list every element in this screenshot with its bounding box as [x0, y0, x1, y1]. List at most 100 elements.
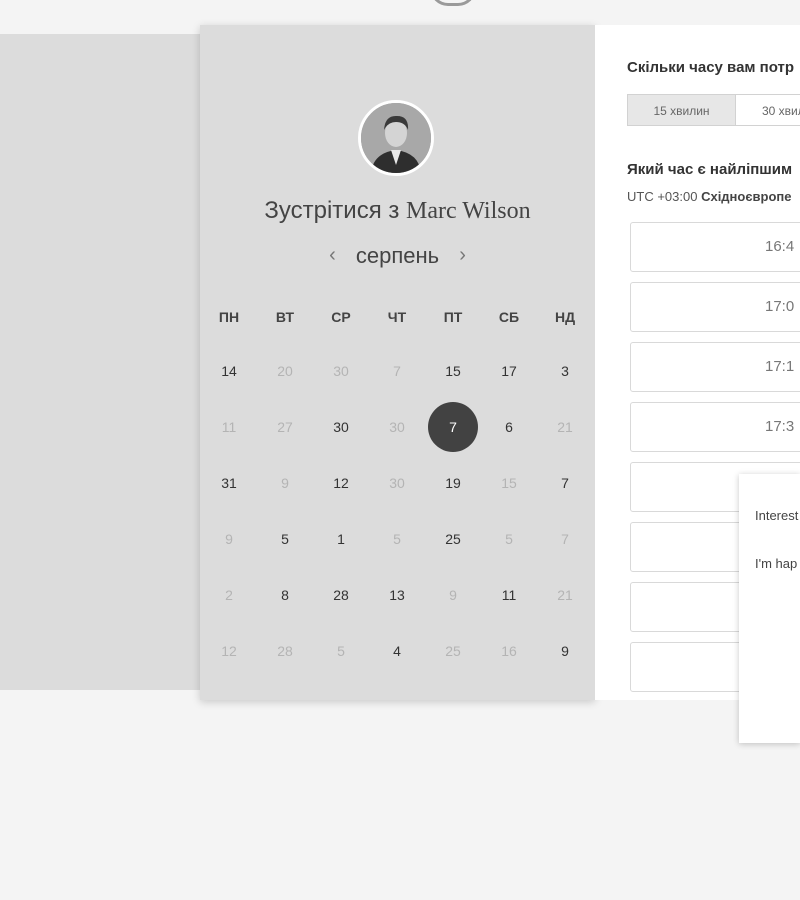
day-number: 5	[505, 531, 513, 547]
calendar-day[interactable]: 5	[257, 514, 313, 564]
info-popup: Interest Manage departm I'm hap insight …	[739, 474, 800, 743]
day-number: 20	[277, 363, 293, 379]
day-number: 17	[501, 363, 517, 379]
calendar-day[interactable]: 17	[481, 346, 537, 396]
day-number: 2	[225, 587, 233, 603]
meeting-title: Зустрітися з Marc Wilson	[200, 197, 595, 225]
day-number: 21	[557, 587, 573, 603]
calendar-day: 15	[481, 458, 537, 508]
day-number: 30	[333, 419, 349, 435]
day-number: 8	[281, 587, 289, 603]
calendar-day[interactable]: 4	[369, 626, 425, 676]
calendar-day[interactable]: 30	[313, 402, 369, 452]
day-number: 30	[389, 475, 405, 491]
day-number: 21	[557, 419, 573, 435]
calendar-day[interactable]: 28	[313, 570, 369, 620]
month-navigation: ‹ серпень ›	[200, 243, 595, 269]
day-number: 5	[393, 531, 401, 547]
calendar-day: 2	[201, 570, 257, 620]
time-question: Який час є найліпшим	[627, 161, 793, 178]
day-number: 6	[505, 419, 513, 435]
calendar-day[interactable]: 8	[257, 570, 313, 620]
calendar-day: 28	[257, 626, 313, 676]
calendar-day: 5	[313, 626, 369, 676]
selected-day[interactable]: 7	[425, 402, 481, 452]
day-number: 9	[561, 643, 569, 659]
calendar-day: 5	[369, 514, 425, 564]
host-avatar	[358, 100, 434, 176]
day-number: 9	[449, 587, 457, 603]
time-slot-button[interactable]: 17:0	[630, 282, 800, 332]
day-number: 16	[501, 643, 517, 659]
day-number: 28	[277, 643, 293, 659]
duration-option-15[interactable]: 15 хвилин	[627, 94, 736, 126]
timezone-offset: UTC +03:00	[627, 189, 698, 204]
day-number: 7	[561, 475, 569, 491]
time-slot-label: 17:1	[765, 358, 795, 375]
day-number: 9	[225, 531, 233, 547]
calendar-day[interactable]: 19	[425, 458, 481, 508]
day-number: 15	[445, 363, 461, 379]
weekday-header: ЧТ	[387, 309, 407, 325]
calendar-day: 16	[481, 626, 537, 676]
duration-option-30[interactable]: 30 хвил	[735, 94, 800, 126]
calendar-day[interactable]: 9	[537, 626, 593, 676]
time-slot-button[interactable]: 17:1	[630, 342, 800, 392]
calendar-day: 11	[201, 402, 257, 452]
day-number: 31	[221, 475, 237, 491]
calendar-day: 7	[537, 514, 593, 564]
calendar-day: 9	[257, 458, 313, 508]
day-number: 7	[393, 363, 401, 379]
calendar-day: 9	[425, 570, 481, 620]
weekday-header: ПТ	[443, 309, 463, 325]
day-number: 12	[333, 475, 349, 491]
day-number: 11	[501, 587, 517, 603]
day-number: 5	[281, 531, 289, 547]
day-number: 19	[445, 475, 461, 491]
calendar-day[interactable]: 6	[481, 402, 537, 452]
page-backdrop-band	[0, 34, 200, 690]
popup-text: Interest Manage departm I'm hap insight …	[755, 504, 800, 600]
calendar-day[interactable]: 3	[537, 346, 593, 396]
calendar-day[interactable]: 12	[313, 458, 369, 508]
time-slot-button[interactable]: 17:3	[630, 402, 800, 452]
host-name: Marc Wilson	[406, 198, 531, 224]
day-number: 7	[428, 402, 478, 452]
calendar-day: 30	[369, 402, 425, 452]
calendar-day[interactable]: 15	[425, 346, 481, 396]
calendar-day[interactable]: 25	[425, 514, 481, 564]
day-number: 25	[445, 531, 461, 547]
weekday-header: ПН	[218, 309, 240, 325]
popup-paragraph: I'm hap insight use our improve product	[755, 556, 800, 571]
day-number: 25	[445, 643, 461, 659]
calendar-day[interactable]: 1	[313, 514, 369, 564]
next-month-icon[interactable]: ›	[445, 244, 480, 266]
time-slot-label: 16:4	[765, 238, 795, 255]
calendar-day[interactable]: 11	[481, 570, 537, 620]
day-number: 27	[277, 419, 293, 435]
month-label: серпень	[355, 243, 440, 268]
popup-paragraph: Interest Manage departm	[755, 508, 800, 523]
day-number: 1	[337, 531, 345, 547]
calendar-day[interactable]: 14	[201, 346, 257, 396]
calendar-day: 30	[369, 458, 425, 508]
calendar-day[interactable]: 31	[201, 458, 257, 508]
time-slot-button[interactable]: 16:4	[630, 222, 800, 272]
day-number: 11	[221, 419, 237, 435]
day-number: 12	[221, 643, 237, 659]
calendar-day: 5	[481, 514, 537, 564]
timezone-name: Східноєвропе	[701, 189, 792, 204]
calendar-day[interactable]: 7	[537, 458, 593, 508]
calendar-day: 30	[313, 346, 369, 396]
weekday-header: НД	[554, 309, 576, 325]
weekday-header: СБ	[498, 309, 520, 325]
calendar-day[interactable]: 13	[369, 570, 425, 620]
calendar-day: 25	[425, 626, 481, 676]
person-photo-icon	[361, 103, 431, 173]
prev-month-icon[interactable]: ‹	[315, 244, 350, 266]
day-number: 14	[221, 363, 237, 379]
calendar-day: 20	[257, 346, 313, 396]
day-number: 7	[561, 531, 569, 547]
weekday-header: СР	[331, 309, 351, 325]
calendar-panel: Зустрітися з Marc Wilson ‹ серпень › ПН В…	[200, 25, 595, 700]
